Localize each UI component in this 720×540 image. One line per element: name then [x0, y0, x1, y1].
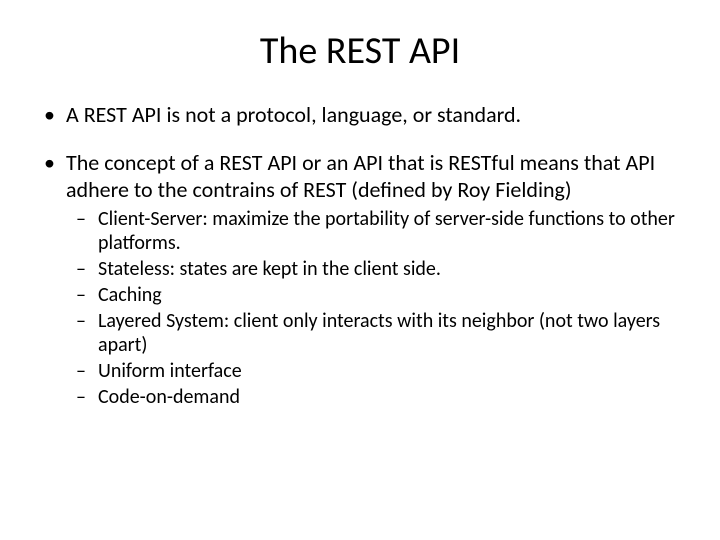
bullet-text: A REST API is not a protocol, language, …: [66, 101, 521, 128]
sub-bullet-list: Client-Server: maximize the portability …: [66, 207, 680, 409]
bullet-item: A REST API is not a protocol, language, …: [66, 102, 680, 128]
sub-bullet-item: Client-Server: maximize the portability …: [98, 207, 680, 255]
sub-bullet-item: Uniform interface: [98, 359, 680, 383]
sub-bullet-item: Layered System: client only interacts wi…: [98, 309, 680, 357]
sub-bullet-item: Stateless: states are kept in the client…: [98, 257, 680, 281]
bullet-item: The concept of a REST API or an API that…: [66, 150, 680, 409]
slide-title: The REST API: [40, 28, 680, 74]
slide: The REST API A REST API is not a protoco…: [0, 0, 720, 540]
bullet-list: A REST API is not a protocol, language, …: [40, 102, 680, 409]
sub-bullet-item: Caching: [98, 283, 680, 307]
sub-bullet-item: Code-on-demand: [98, 385, 680, 409]
bullet-text: The concept of a REST API or an API that…: [66, 149, 655, 202]
